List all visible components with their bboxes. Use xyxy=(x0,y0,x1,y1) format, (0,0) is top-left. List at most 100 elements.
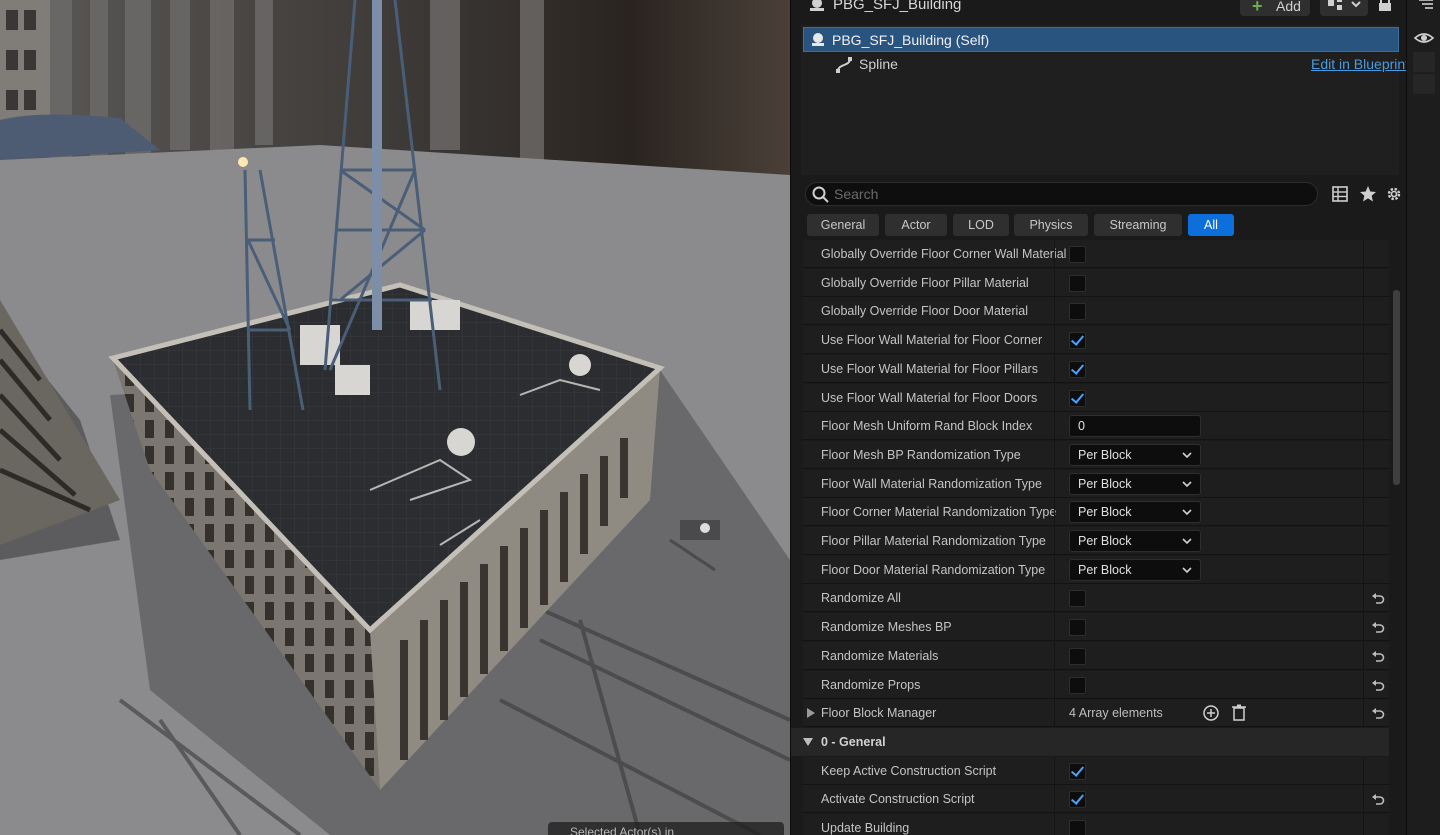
property-row: Activate Construction Script xyxy=(803,785,1389,813)
property-row: Floor Door Material Randomization Type Pe… xyxy=(803,556,1389,584)
tab-actor[interactable]: Actor xyxy=(885,214,947,236)
favorite-star-icon[interactable] xyxy=(1359,185,1377,203)
property-row: Use Floor Wall Material for Floor Corner xyxy=(803,326,1389,354)
property-checkbox[interactable] xyxy=(1069,791,1086,808)
add-element-icon[interactable] xyxy=(1203,705,1219,721)
column-divider xyxy=(1363,441,1364,469)
property-label: Floor Door Material Randomization Type xyxy=(821,563,1046,577)
tree-item-label: PBG_SFJ_Building (Self) xyxy=(832,32,990,48)
property-dropdown[interactable]: Per Block xyxy=(1069,530,1201,552)
property-row: Floor Corner Material Randomization Type… xyxy=(803,498,1389,526)
plus-icon: + xyxy=(1252,0,1263,16)
property-checkbox[interactable] xyxy=(1069,246,1086,263)
property-checkbox[interactable] xyxy=(1069,303,1086,320)
property-checkbox[interactable] xyxy=(1069,677,1086,694)
expand-arrow-icon[interactable] xyxy=(807,708,815,718)
property-row: Globally Override Floor Pillar Material xyxy=(803,269,1389,297)
column-divider xyxy=(1363,757,1364,785)
actor-icon xyxy=(810,0,824,11)
property-list: Globally Override Floor Corner Wall Mate… xyxy=(791,240,1391,835)
property-dropdown[interactable]: Per Block xyxy=(1069,501,1201,523)
property-label: Use Floor Wall Material for Floor Corner xyxy=(821,333,1043,347)
reset-to-default-icon[interactable] xyxy=(1371,591,1385,605)
lock-icon[interactable] xyxy=(1377,0,1393,12)
settings-gear-icon[interactable] xyxy=(1385,185,1403,203)
column-divider xyxy=(1363,326,1364,354)
column-divider xyxy=(1363,584,1364,612)
property-label: Randomize Props xyxy=(821,678,921,692)
property-checkbox[interactable] xyxy=(1069,390,1086,407)
property-row: Randomize All xyxy=(803,584,1389,612)
dropdown-value: Per Block xyxy=(1078,448,1132,462)
property-checkbox[interactable] xyxy=(1069,763,1086,780)
column-divider xyxy=(1054,297,1055,325)
column-divider xyxy=(1054,355,1055,383)
column-divider xyxy=(1363,355,1364,383)
column-divider xyxy=(1054,269,1055,297)
filter-icon[interactable] xyxy=(1413,0,1435,14)
column-divider xyxy=(1363,671,1364,699)
add-component-button[interactable]: + Add xyxy=(1240,0,1310,16)
search-input[interactable] xyxy=(834,184,1304,204)
property-label: Floor Pillar Material Randomization Type xyxy=(821,534,1046,548)
add-button-label: Add xyxy=(1276,0,1301,14)
viewport-scene xyxy=(0,0,790,835)
components-header: PBG_SFJ_Building + Add xyxy=(791,0,1407,22)
property-checkbox[interactable] xyxy=(1069,648,1086,665)
edit-in-blueprint-link[interactable]: Edit in Blueprint xyxy=(1311,56,1409,72)
trash-icon[interactable] xyxy=(1231,704,1247,721)
property-row: Globally Override Floor Corner Wall Mate… xyxy=(803,240,1389,268)
column-divider xyxy=(1363,613,1364,641)
property-number-input[interactable]: 0 xyxy=(1069,415,1201,437)
tab-general[interactable]: General xyxy=(807,214,879,236)
property-checkbox[interactable] xyxy=(1069,590,1086,607)
reset-to-default-icon[interactable] xyxy=(1371,620,1385,634)
column-divider xyxy=(1054,527,1055,555)
column-divider xyxy=(1363,498,1364,526)
property-row: Randomize Props xyxy=(803,671,1389,699)
property-dropdown[interactable]: Per Block xyxy=(1069,559,1201,581)
dropdown-value: Per Block xyxy=(1078,563,1132,577)
details-panel: PBG_SFJ_Building + Add PBG_SFJ_Building … xyxy=(790,0,1409,835)
table-view-icon[interactable] xyxy=(1331,185,1349,203)
reset-to-default-icon[interactable] xyxy=(1371,678,1385,692)
side-toolbar-slot[interactable] xyxy=(1413,74,1435,94)
details-search[interactable] xyxy=(805,182,1318,206)
section-header[interactable]: 0 - General xyxy=(791,728,1389,756)
tab-lod[interactable]: LOD xyxy=(953,214,1009,236)
property-dropdown[interactable]: Per Block xyxy=(1069,473,1201,495)
property-dropdown[interactable]: Per Block xyxy=(1069,444,1201,466)
property-checkbox[interactable] xyxy=(1069,361,1086,378)
reset-to-default-icon[interactable] xyxy=(1371,792,1385,806)
blueprint-options-button[interactable] xyxy=(1320,0,1368,16)
column-divider xyxy=(1054,671,1055,699)
level-viewport[interactable]: Selected Actor(s) in xyxy=(0,0,790,835)
details-scrollbar[interactable] xyxy=(1393,290,1400,485)
property-label: Activate Construction Script xyxy=(821,792,975,806)
column-divider xyxy=(1363,642,1364,670)
property-checkbox[interactable] xyxy=(1069,820,1086,835)
tree-item-self[interactable]: PBG_SFJ_Building (Self) xyxy=(803,27,1399,52)
column-divider xyxy=(1054,757,1055,785)
column-divider xyxy=(1363,814,1364,835)
property-checkbox[interactable] xyxy=(1069,332,1086,349)
property-row: Floor Mesh BP Randomization Type Per Bloc… xyxy=(803,441,1389,469)
property-label: Floor Wall Material Randomization Type xyxy=(821,477,1042,491)
tab-streaming[interactable]: Streaming xyxy=(1094,214,1182,236)
viewport-status-text: Selected Actor(s) in xyxy=(548,822,784,835)
reset-to-default-icon[interactable] xyxy=(1371,649,1385,663)
side-toolbar-slot[interactable] xyxy=(1413,52,1435,72)
property-checkbox[interactable] xyxy=(1069,619,1086,636)
side-toolbar xyxy=(1406,0,1440,835)
column-divider xyxy=(1363,785,1364,813)
section-label: 0 - General xyxy=(821,735,886,749)
reset-to-default-icon[interactable] xyxy=(1371,706,1385,720)
property-checkbox[interactable] xyxy=(1069,275,1086,292)
visibility-eye-icon[interactable] xyxy=(1413,28,1435,48)
property-row: Floor Mesh Uniform Rand Block Index 0 xyxy=(803,412,1389,440)
column-divider xyxy=(1054,699,1055,727)
property-label: Update Building xyxy=(821,821,910,835)
property-row: Randomize Meshes BP xyxy=(803,613,1389,641)
tab-all[interactable]: All xyxy=(1188,214,1234,236)
tab-physics[interactable]: Physics xyxy=(1014,214,1088,236)
